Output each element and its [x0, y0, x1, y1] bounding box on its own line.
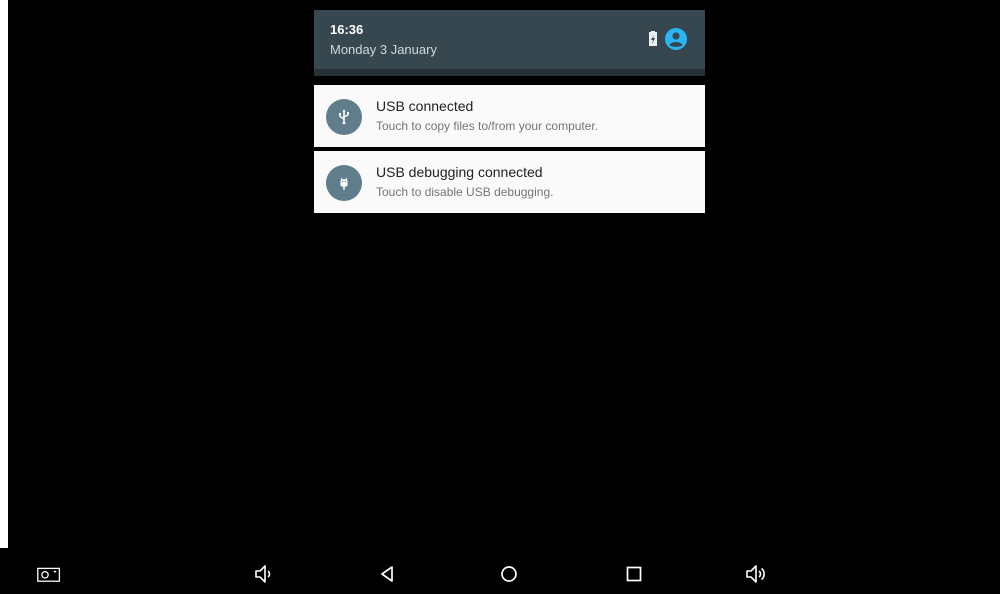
notification-text: Touch to copy files to/from your compute…	[376, 119, 599, 133]
notification-usb-debugging[interactable]: USB debugging connected Touch to disable…	[314, 151, 705, 213]
volume-down-button[interactable]	[252, 562, 276, 586]
home-icon	[501, 566, 517, 582]
notification-text: Touch to disable USB debugging.	[376, 185, 554, 199]
recents-icon	[626, 566, 642, 582]
home-button[interactable]	[497, 562, 521, 586]
volume-down-icon	[255, 565, 271, 583]
volume-up-icon	[746, 565, 765, 583]
notification-title: USB connected	[376, 98, 474, 114]
notification-title: USB debugging connected	[376, 164, 543, 180]
back-button[interactable]	[376, 562, 400, 586]
battery-charging-icon	[646, 31, 660, 47]
screen: 16:36 Monday 3 January USB connected Tou…	[0, 0, 1000, 594]
usb-icon	[326, 99, 362, 135]
notification-usb-connected[interactable]: USB connected Touch to copy files to/fro…	[314, 85, 705, 147]
screenshot-button[interactable]	[37, 562, 61, 586]
recents-button[interactable]	[622, 562, 646, 586]
notification-shade-header[interactable]: 16:36 Monday 3 January	[314, 10, 705, 76]
user-avatar-icon[interactable]	[665, 28, 687, 50]
volume-up-button[interactable]	[744, 562, 768, 586]
screen-edge	[0, 0, 8, 594]
clock: 16:36	[330, 22, 364, 37]
navigation-bar	[0, 548, 1000, 594]
back-icon	[381, 566, 393, 582]
date[interactable]: Monday 3 January	[330, 42, 437, 57]
screenshot-icon	[37, 567, 61, 582]
android-debug-icon	[326, 165, 362, 201]
